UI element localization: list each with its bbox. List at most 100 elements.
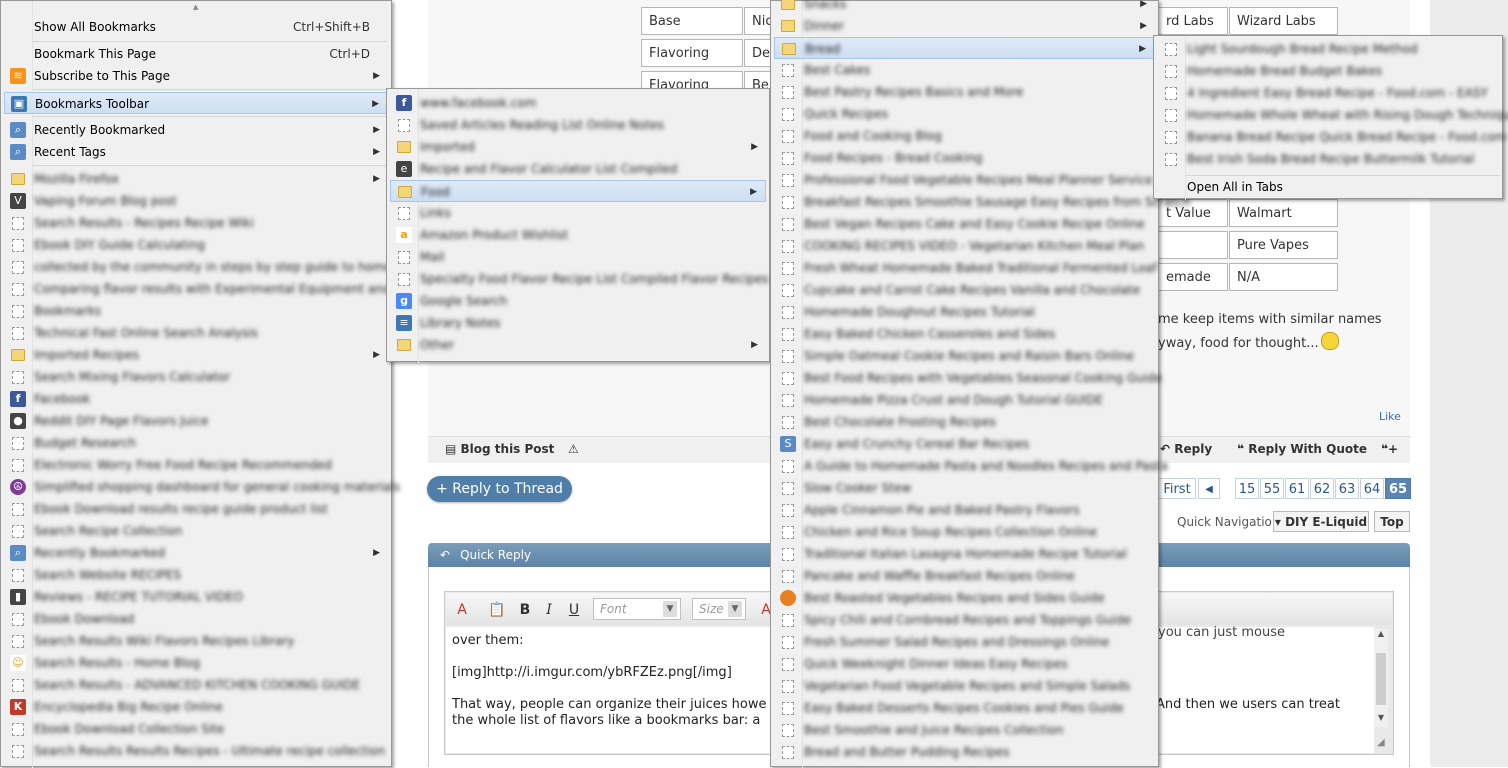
bookmark-item[interactable]: Best Irish Soda Bread Recipe Buttermilk … <box>1157 148 1499 170</box>
pagination-page[interactable]: 64 <box>1360 478 1384 499</box>
bookmark-item[interactable]: 4 Ingredient Easy Bread Recipe - Food.co… <box>1157 82 1499 104</box>
bookmark-item[interactable]: A Guide to Homemade Pasta and Noodles Re… <box>774 455 1168 477</box>
bookmark-item[interactable]: Banana Bread Recipe Quick Bread Recipe -… <box>1157 126 1506 148</box>
bookmark-item[interactable]: Food ▶ <box>390 180 766 202</box>
bookmark-item[interactable]: Best Chocolate Frosting Recipes <box>774 411 1155 433</box>
bookmark-item[interactable]: Bookmarks <box>4 300 388 322</box>
bookmark-item[interactable]: Snacks ▶ <box>774 0 1155 15</box>
bookmark-item[interactable]: e Recipe and Flavor Calculator List Compi… <box>390 158 766 180</box>
bookmark-item[interactable]: Traditional Italian Lasagna Homemade Rec… <box>774 543 1155 565</box>
pagination-page[interactable]: 62 <box>1310 478 1334 499</box>
bookmark-item[interactable]: Search Results Results Recipes - Ultimat… <box>4 740 388 762</box>
bookmark-item[interactable]: f Facebook <box>4 388 388 410</box>
bookmark-item[interactable]: Easy Baked Desserts Recipes Cookies and … <box>774 697 1155 719</box>
show-all-bookmarks-item[interactable]: Show All Bookmarks Ctrl+Shift+B <box>4 16 388 38</box>
bookmark-item[interactable]: Dinner ▶ <box>774 15 1155 37</box>
bookmark-item[interactable]: ● Reddit DIY Page Flavors Juice <box>4 410 388 432</box>
recently-bookmarked-item[interactable]: ⌕ Recently Bookmarked ▶ <box>4 119 388 141</box>
bookmark-item[interactable]: Homemade Bread Budget Bakes <box>1157 60 1499 82</box>
bookmark-item[interactable]: Ebook DIY Guide Calculating <box>4 234 388 256</box>
bookmark-item[interactable]: Food Recipes - Bread Cooking <box>774 147 1155 169</box>
bookmark-item[interactable]: Ebook Download <box>4 608 388 630</box>
pagination-first[interactable]: First <box>1158 478 1196 499</box>
bookmark-item[interactable]: Electronic Worry Free Food Recipe Recomm… <box>4 454 388 476</box>
reply-with-quote-button[interactable]: ❝ Reply With Quote <box>1237 442 1367 456</box>
bookmark-item[interactable]: ⌕ Recently Bookmarked ▶ <box>4 542 388 564</box>
bookmark-item[interactable]: Breakfast Recipes Smoothie Sausage Easy … <box>774 191 1190 213</box>
bookmark-item[interactable]: g Google Search <box>390 290 766 312</box>
pagination-page[interactable]: 15 <box>1235 478 1259 499</box>
bookmark-item[interactable]: S Easy and Crunchy Cereal Bar Recipes <box>774 433 1155 455</box>
bookmark-item[interactable]: f www.facebook.com <box>390 92 766 114</box>
bookmark-item[interactable]: Slow Cooker Stew <box>774 477 1155 499</box>
bookmark-item[interactable]: ≡ Library Notes <box>390 312 766 334</box>
bookmark-item[interactable]: Ebook Download results recipe guide prod… <box>4 498 388 520</box>
open-all-in-tabs-item[interactable]: Open All in Tabs <box>1157 176 1499 198</box>
editor-scrollbar[interactable]: ▲ ▼ <box>1374 629 1388 727</box>
multi-quote-icon[interactable]: ❝+ <box>1381 442 1398 456</box>
bookmark-item[interactable]: Homemade Whole Wheat with Rising Dough T… <box>1157 104 1508 126</box>
bookmark-item[interactable]: Technical Fast Online Search Analysis <box>4 322 388 344</box>
scrollbar-thumb[interactable] <box>1376 653 1386 705</box>
bookmark-item[interactable]: Fresh Wheat Homemade Baked Traditional F… <box>774 257 1157 279</box>
pagination-page[interactable]: 61 <box>1285 478 1309 499</box>
bookmark-item[interactable]: Best Cakes <box>774 59 1155 81</box>
bookmark-item[interactable]: Homemade Pizza Crust and Dough Tutorial … <box>774 389 1155 411</box>
bookmark-item[interactable]: ☺ Search Results - Home Blog <box>4 652 388 674</box>
bookmark-item[interactable]: Ebook Download Collection Site <box>4 718 388 740</box>
bookmark-item[interactable]: Pancake and Waffle Breakfast Recipes Onl… <box>774 565 1155 587</box>
bookmark-item[interactable]: collected by the community in steps by s… <box>4 256 430 278</box>
bookmark-item[interactable]: Bread and Butter Pudding Recipes <box>774 741 1155 763</box>
bookmark-item[interactable]: Vegetarian Food Vegetable Recipes and Si… <box>774 675 1155 697</box>
bookmark-item[interactable]: Best Food Recipes with Vegetables Season… <box>774 367 1162 389</box>
bookmark-item[interactable]: Imported Recipes ▶ <box>4 344 388 366</box>
bookmark-item[interactable]: Saved Articles Reading List Online Notes <box>390 114 766 136</box>
font-select[interactable]: Font ▼ <box>593 598 681 620</box>
bookmark-item[interactable]: Cupcake and Carrot Cake Recipes Vanilla … <box>774 279 1155 301</box>
bookmark-item[interactable]: Easy Baked Chicken Casseroles and Sides <box>774 323 1155 345</box>
bookmark-item[interactable]: Search Results - ADVANCED KITCHEN COOKIN… <box>4 674 388 696</box>
bold-button[interactable]: B <box>515 600 535 620</box>
quick-navigation-top-button[interactable]: Top <box>1374 511 1410 532</box>
scroll-down-icon[interactable]: ▼ <box>1375 713 1387 727</box>
bookmark-item[interactable]: Quick Weeknight Dinner Ideas Easy Recipe… <box>774 653 1155 675</box>
reply-to-thread-button[interactable]: + Reply to Thread <box>427 476 572 502</box>
bookmark-this-page-item[interactable]: Bookmark This Page Ctrl+D <box>4 43 388 65</box>
bookmark-item[interactable]: Best Pastry Recipes Basics and More <box>774 81 1155 103</box>
bookmark-item[interactable]: COOKING RECIPES VIDEO - Vegetarian Kitch… <box>774 235 1155 257</box>
bookmark-item[interactable]: Search Results - Recipes Recipe Wiki <box>4 212 388 234</box>
bookmark-item[interactable]: Chicken and Rice Soup Recipes Collection… <box>774 521 1155 543</box>
bookmark-item[interactable]: Food and Cooking Blog <box>774 125 1155 147</box>
bookmark-item[interactable]: Quick Recipes <box>774 103 1155 125</box>
subscribe-item[interactable]: ≋ Subscribe to This Page ▶ <box>4 65 388 87</box>
bookmark-item[interactable]: Search Results Wiki Flavors Recipes Libr… <box>4 630 388 652</box>
bookmark-item[interactable]: Professional Food Vegetable Recipes Meal… <box>774 169 1155 191</box>
bookmark-item[interactable]: Simple Oatmeal Cookie Recipes and Raisin… <box>774 345 1155 367</box>
reply-button[interactable]: ↶ Reply <box>1160 442 1212 456</box>
recent-tags-item[interactable]: ⌕ Recent Tags ▶ <box>4 141 388 163</box>
bookmark-item[interactable]: Mozilla Firefox ▶ <box>4 168 388 190</box>
bookmark-item[interactable]: Homemade Doughnut Recipes Tutorial <box>774 301 1155 323</box>
bookmark-item[interactable]: Best Vegan Recipes Cake and Easy Cookie … <box>774 213 1155 235</box>
bookmark-item[interactable]: Specialty Food Flavor Recipe List Compil… <box>390 268 769 290</box>
bookmark-item[interactable]: ☮ Simplified shopping dashboard for gener… <box>4 476 400 498</box>
resize-grip-icon[interactable]: ◢ <box>1377 737 1389 749</box>
italic-button[interactable]: I <box>539 600 559 620</box>
bookmark-item[interactable]: Fresh Summer Salad Recipes and Dressings… <box>774 631 1155 653</box>
bookmark-item[interactable]: Search Mixing Flavors Calculator <box>4 366 388 388</box>
bookmark-item[interactable]: Apple Cinnamon Pie and Baked Pastry Flav… <box>774 499 1155 521</box>
bookmarks-toolbar-item[interactable]: ▣ Bookmarks Toolbar ▶ <box>4 92 388 114</box>
bookmark-item[interactable]: Search Recipe Collection <box>4 520 388 542</box>
size-select[interactable]: Size ▼ <box>692 598 746 620</box>
bookmark-item[interactable]: V Vaping Forum Blog post <box>4 190 388 212</box>
underline-button[interactable]: U <box>564 600 584 620</box>
bookmark-item[interactable]: Comparing flavor results with Experiment… <box>4 278 419 300</box>
pagination-prev[interactable]: ◀ <box>1198 478 1220 499</box>
bookmark-item[interactable]: Mail <box>390 246 766 268</box>
like-link[interactable]: Like <box>1379 410 1401 423</box>
scroll-up-icon[interactable]: ▲ <box>1375 629 1387 643</box>
report-icon[interactable]: ⚠ <box>568 442 579 456</box>
bookmark-item[interactable]: Best Roasted Vegetables Recipes and Side… <box>774 587 1155 609</box>
pagination-page[interactable]: 63 <box>1335 478 1359 499</box>
bookmark-item[interactable]: Search Website RECIPES <box>4 564 388 586</box>
